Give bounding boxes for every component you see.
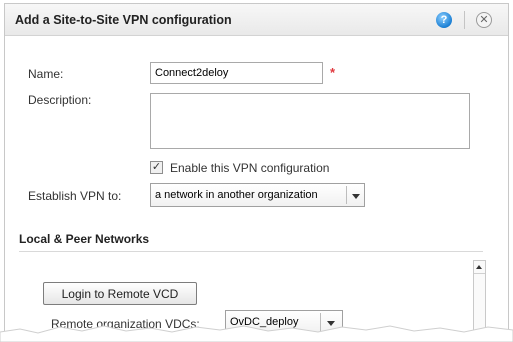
torn-edge (0, 325, 513, 342)
enable-vpn-label: Enable this VPN configuration (170, 161, 330, 175)
vpn-config-dialog: Add a Site-to-Site VPN configuration ? ✕… (4, 3, 509, 342)
select-divider (346, 186, 347, 204)
dialog-title: Add a Site-to-Site VPN configuration (15, 13, 232, 27)
name-label: Name: (28, 67, 64, 81)
establish-vpn-label: Establish VPN to: (28, 189, 122, 203)
help-icon[interactable]: ? (436, 12, 452, 28)
establish-vpn-value: a network in another organization (155, 189, 318, 201)
establish-vpn-select[interactable]: a network in another organization (150, 183, 365, 207)
required-marker: * (330, 65, 336, 80)
enable-vpn-checkbox[interactable]: ✓ (150, 161, 163, 174)
section-divider (19, 251, 483, 252)
scroll-up-arrow-icon[interactable] (474, 261, 485, 274)
dialog-titlebar: Add a Site-to-Site VPN configuration ? ✕ (5, 4, 508, 36)
name-input[interactable] (150, 62, 323, 84)
section-title: Local & Peer Networks (19, 232, 150, 246)
description-label: Description: (28, 93, 92, 107)
description-textarea[interactable] (150, 93, 470, 149)
close-icon[interactable]: ✕ (476, 12, 492, 28)
login-remote-vcd-button[interactable]: Login to Remote VCD (43, 282, 197, 305)
titlebar-divider (464, 11, 465, 29)
chevron-down-icon (352, 194, 360, 199)
